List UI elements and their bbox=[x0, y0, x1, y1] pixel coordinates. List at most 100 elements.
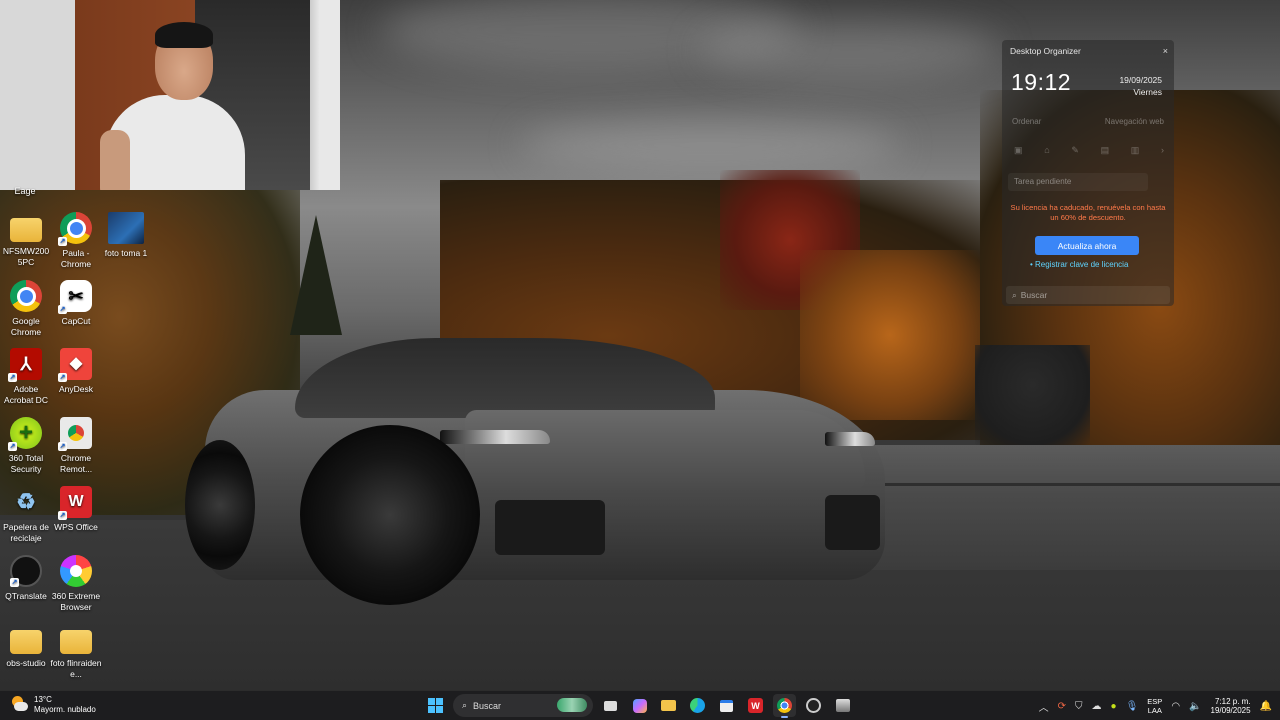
app-icon bbox=[835, 699, 850, 712]
desktop-icon-google-chrome[interactable]: Google Chrome bbox=[0, 280, 52, 337]
chrome-button[interactable] bbox=[773, 694, 796, 718]
obs-icon bbox=[806, 698, 821, 713]
organizer-weekday: Viernes bbox=[1133, 87, 1162, 97]
desktop-icon-label: foto toma 1 bbox=[104, 248, 148, 258]
close-icon[interactable]: × bbox=[1163, 46, 1168, 56]
desktop-icon-label: Adobe Acrobat DC bbox=[4, 384, 48, 405]
update-now-button[interactable]: Actualiza ahora bbox=[1035, 236, 1139, 255]
webcam-overlay bbox=[0, 0, 340, 190]
desktop-icon-qtranslate[interactable]: ↗ QTranslate bbox=[0, 555, 52, 602]
wifi-icon[interactable]: ◠ bbox=[1171, 701, 1180, 712]
desktop-icon-label: Papelera de reciclaje bbox=[3, 522, 49, 543]
desktop-icon-recycle-bin[interactable]: ♻ Papelera de reciclaje bbox=[0, 486, 52, 543]
copilot-button[interactable] bbox=[628, 694, 651, 717]
desktop-icon-label: Chrome Remot... bbox=[59, 453, 93, 474]
desktop-icon-label: QTranslate bbox=[5, 591, 47, 601]
folder-icon bbox=[60, 630, 92, 654]
taskbar-search-label: Buscar bbox=[473, 700, 502, 711]
desktop-icon-obs-studio[interactable]: obs-studio bbox=[0, 624, 52, 669]
desktop-icon-360-browser[interactable]: 360 Extreme Browser bbox=[50, 555, 102, 612]
search-icon: ⌕ bbox=[462, 700, 468, 710]
wps-icon: W ↗ bbox=[58, 486, 92, 520]
taskbar-search[interactable]: ⌕ Buscar bbox=[453, 694, 593, 717]
chevron-right-icon[interactable]: › bbox=[1161, 145, 1164, 156]
desktop-icon-nfsmw[interactable]: NFSMW200 5PC bbox=[0, 212, 52, 267]
list-icon[interactable]: ▤ bbox=[1101, 145, 1110, 156]
start-button[interactable] bbox=[424, 694, 447, 717]
register-license-link[interactable]: • Registrar clave de licencia bbox=[1030, 260, 1128, 269]
chrome-remote-icon: ↗ bbox=[58, 417, 92, 451]
task-input[interactable]: Tarea pendiente bbox=[1008, 173, 1148, 191]
desktop-icon-360-security[interactable]: + ↗ 360 Total Security bbox=[0, 417, 52, 474]
desktop-icon-chrome-remote[interactable]: ↗ Chrome Remot... bbox=[50, 417, 102, 474]
desktop-icon-paula-chrome[interactable]: ↗ Paula - Chrome bbox=[50, 212, 102, 269]
windows-icon bbox=[428, 698, 443, 713]
media-app-button[interactable] bbox=[831, 694, 854, 717]
organizer-search-placeholder: Buscar bbox=[1020, 290, 1048, 300]
cloud-icon[interactable]: ☁ bbox=[1092, 701, 1102, 712]
organizer-time: 19:12 bbox=[1011, 69, 1072, 95]
desktop-icon-label: Paula - Chrome bbox=[60, 248, 92, 269]
desktop-icon-label: NFSMW200 5PC bbox=[2, 246, 50, 267]
edge-button[interactable] bbox=[686, 694, 709, 717]
grid-icon[interactable]: ▣ bbox=[1014, 145, 1023, 156]
organizer-date: 19/09/2025 Viernes bbox=[1119, 74, 1162, 98]
pencil-icon[interactable]: ✎ bbox=[1071, 145, 1079, 156]
desktop-icon-label: Google Chrome bbox=[10, 316, 42, 337]
volume-icon[interactable]: 🔈 bbox=[1189, 701, 1201, 712]
organizer-toolbar: ▣ ⌂ ✎ ▤ ▥ › bbox=[1014, 145, 1164, 156]
language-indicator[interactable]: ESP LAA bbox=[1147, 697, 1162, 715]
desktop-icon-foto-flinraiden[interactable]: foto flinraiden e... bbox=[50, 624, 102, 679]
search-icon: ⌕ bbox=[1012, 289, 1017, 300]
desktop-icon-foto-toma[interactable]: foto toma 1 bbox=[100, 212, 152, 259]
folder-icon bbox=[661, 700, 676, 711]
tab-ordenar[interactable]: Ordenar bbox=[1012, 117, 1041, 126]
notification-bell-icon[interactable]: 🔔 bbox=[1260, 701, 1272, 712]
store-icon bbox=[720, 699, 733, 712]
license-warning: Su licencia ha caducado, renuévela con h… bbox=[1010, 203, 1166, 222]
desktop-icon-wps-office[interactable]: W ↗ WPS Office bbox=[50, 486, 102, 533]
search-highlight-icon bbox=[557, 698, 587, 712]
edge-icon bbox=[690, 698, 705, 713]
security-icon[interactable]: ⛉ bbox=[1075, 701, 1083, 712]
lang-top: ESP bbox=[1147, 697, 1163, 706]
file-explorer-button[interactable] bbox=[657, 694, 680, 717]
copilot-icon bbox=[632, 698, 647, 713]
lang-bottom: LAA bbox=[1147, 706, 1162, 715]
microphone-icon[interactable]: 🎙 bbox=[1126, 701, 1139, 712]
desktop-icon-label: obs-studio bbox=[6, 658, 46, 668]
chrome-icon bbox=[10, 280, 42, 312]
desktop-icon-capcut[interactable]: ✂ ↗ CapCut bbox=[50, 280, 102, 327]
tab-navegacion-web[interactable]: Navegación web bbox=[1105, 117, 1164, 126]
desktop-icon-adobe-acrobat[interactable]: ⅄ ↗ Adobe Acrobat DC bbox=[0, 348, 52, 405]
desktop-icon-anydesk[interactable]: ◆ ↗ AnyDesk bbox=[50, 348, 102, 395]
home-icon[interactable]: ⌂ bbox=[1044, 145, 1049, 156]
task-view-button[interactable] bbox=[599, 694, 622, 717]
partly-cloudy-icon bbox=[10, 696, 28, 714]
desktop-icon-label-cut: Eage bbox=[14, 186, 36, 196]
store-button[interactable] bbox=[715, 694, 738, 717]
qtranslate-icon: ↗ bbox=[10, 555, 42, 587]
wps-icon: W bbox=[748, 698, 763, 713]
anydesk-icon: ◆ ↗ bbox=[58, 348, 92, 382]
sync-icon[interactable]: ⟳ bbox=[1058, 701, 1066, 712]
weather-temp: 13°C bbox=[34, 695, 52, 704]
taskbar: 13°C Mayorm. nublado ⌕ Buscar W ︿ ⟳ ⛉ ☁ … bbox=[0, 690, 1280, 720]
organizer-tabs: Ordenar Navegación web bbox=[1012, 117, 1164, 126]
360-tray-icon[interactable]: ● bbox=[1111, 701, 1117, 712]
shield-plus-icon: + ↗ bbox=[8, 417, 42, 451]
folder-icon bbox=[10, 218, 42, 242]
desktop-icon-label: WPS Office bbox=[54, 522, 98, 532]
weather-widget[interactable]: 13°C Mayorm. nublado bbox=[10, 695, 96, 715]
wps-button[interactable]: W bbox=[744, 694, 767, 717]
desktop-icon-label: 360 Extreme Browser bbox=[51, 591, 101, 612]
browser-icon bbox=[60, 555, 92, 587]
chevron-up-icon[interactable]: ︿ bbox=[1039, 699, 1049, 714]
panel-icon[interactable]: ▥ bbox=[1131, 145, 1140, 156]
organizer-search-input[interactable]: ⌕ Buscar bbox=[1006, 286, 1170, 304]
image-icon bbox=[108, 212, 144, 244]
desktop-icon-label: 360 Total Security bbox=[8, 453, 44, 474]
acrobat-icon: ⅄ ↗ bbox=[8, 348, 42, 382]
obs-button[interactable] bbox=[802, 694, 825, 717]
taskbar-clock[interactable]: 7:12 p. m. 19/09/2025 bbox=[1211, 697, 1251, 716]
